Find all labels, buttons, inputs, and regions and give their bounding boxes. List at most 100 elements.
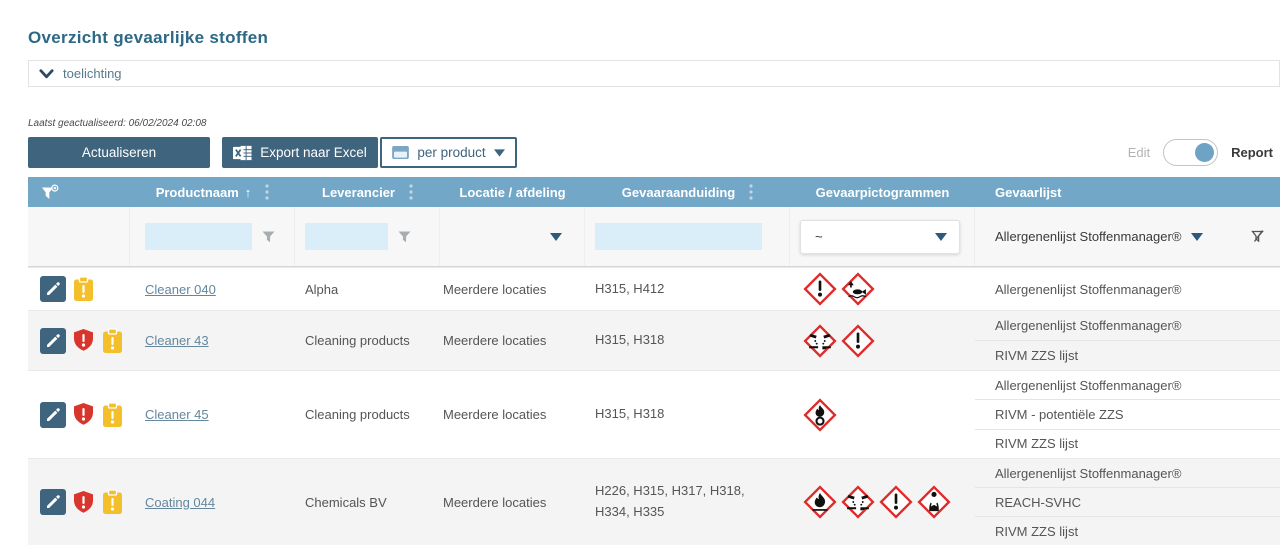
clipboard-warning-icon — [101, 328, 124, 354]
product-link[interactable]: Cleaner 45 — [145, 407, 209, 422]
column-header-productnaam[interactable]: Productnaam ↑ — [130, 177, 295, 207]
ghs-corrosion-pictogram-icon — [803, 324, 837, 358]
column-label: Leverancier — [322, 185, 395, 200]
hazardous-substances-overview-page: Overzicht gevaarlijke stoffen toelichtin… — [0, 0, 1280, 545]
pictogrammen-cell — [790, 485, 975, 519]
substances-table: Productnaam ↑ Leverancier Locatie / afde… — [28, 177, 1280, 545]
column-label: Gevaarpictogrammen — [816, 185, 950, 200]
export-excel-button[interactable]: Export naar Excel — [222, 137, 378, 168]
view-mode-dropdown[interactable]: per product — [380, 137, 517, 168]
pictogrammen-filter-dropdown[interactable]: ~ — [800, 220, 960, 254]
shield-warning-icon — [72, 402, 95, 427]
ghs-exclamation-pictogram-icon — [841, 324, 875, 358]
gevaarlijst-item: Allergenenlijst Stoffenmanager® — [975, 371, 1280, 399]
filter-settings-icon — [41, 184, 59, 201]
chevron-down-icon — [39, 69, 54, 79]
refresh-button[interactable]: Actualiseren — [28, 137, 210, 168]
export-excel-label: Export naar Excel — [260, 145, 367, 160]
gevaarlijst-item: RIVM ZZS lijst — [975, 340, 1280, 370]
leverancier-cell: Chemicals BV — [295, 495, 440, 510]
gevaarlijst-cell: Allergenenlijst Stoffenmanager® — [975, 268, 1280, 310]
edit-pencil-button[interactable] — [40, 276, 66, 302]
view-mode-value: per product — [417, 145, 485, 160]
product-link[interactable]: Coating 044 — [145, 495, 215, 510]
column-menu-icon[interactable] — [409, 184, 413, 200]
clear-filter-icon[interactable] — [1250, 229, 1266, 244]
column-label: Productnaam — [156, 185, 239, 200]
chevron-down-icon — [1191, 233, 1203, 241]
column-header-leverancier[interactable]: Leverancier — [295, 177, 440, 207]
edit-pencil-button[interactable] — [40, 402, 66, 428]
toelichting-expander[interactable]: toelichting — [28, 60, 1280, 87]
table-row: Cleaner 040 Alpha Meerdere locaties H315… — [28, 267, 1280, 310]
filter-cell-gevaarlijst: Allergenenlijst Stoffenmanager® — [975, 207, 1280, 266]
excel-icon — [233, 144, 252, 162]
gevaaraanduiding-cell: H315, H318 — [585, 330, 790, 351]
pictogrammen-cell — [790, 398, 975, 432]
leverancier-cell: Cleaning products — [295, 333, 440, 348]
gevaaraanduiding-cell: H226, H315, H317, H318, H334, H335 — [585, 481, 790, 523]
ghs-flame-over-circle-pictogram-icon — [803, 398, 837, 432]
edit-report-switch-group: Edit Report — [1128, 139, 1273, 166]
table-row: Coating 044 Chemicals BV Meerdere locati… — [28, 458, 1280, 545]
row-actions — [28, 402, 130, 428]
gevaarlijst-item: REACH-SVHC — [975, 487, 1280, 516]
ghs-exclamation-pictogram-icon — [879, 485, 913, 519]
locatie-cell: Meerdere locaties — [440, 495, 585, 510]
gevaarlijst-item: RIVM ZZS lijst — [975, 516, 1280, 545]
locatie-cell: Meerdere locaties — [440, 282, 585, 297]
gevaarlijst-item: RIVM ZZS lijst — [975, 429, 1280, 458]
edit-mode-label: Edit — [1128, 145, 1150, 160]
header-filter-settings[interactable] — [28, 177, 130, 207]
column-header-locatie[interactable]: Locatie / afdeling — [440, 177, 585, 207]
gevaarlijst-filter-value[interactable]: Allergenenlijst Stoffenmanager® — [995, 229, 1181, 244]
gevaaraanduiding-cell: H315, H318 — [585, 404, 790, 425]
shield-warning-icon — [72, 490, 95, 515]
filter-cell-productnaam — [130, 207, 295, 266]
filter-row: ~ Allergenenlijst Stoffenmanager® — [28, 207, 1280, 267]
column-header-gevaarpictogrammen[interactable]: Gevaarpictogrammen — [790, 177, 975, 207]
ghs-corrosion-pictogram-icon — [841, 485, 875, 519]
column-menu-icon[interactable] — [749, 184, 753, 200]
chevron-down-icon — [494, 149, 505, 157]
productnaam-filter-input[interactable] — [145, 223, 252, 250]
edit-report-toggle[interactable] — [1163, 139, 1218, 166]
row-actions — [28, 276, 130, 302]
locatie-cell: Meerdere locaties — [440, 407, 585, 422]
leverancier-filter-input[interactable] — [305, 223, 388, 250]
ghs-flame-pictogram-icon — [803, 485, 837, 519]
clipboard-warning-icon — [72, 276, 95, 302]
edit-pencil-button[interactable] — [40, 328, 66, 354]
filter-cell-leverancier — [295, 207, 440, 266]
pictogrammen-filter-value: ~ — [815, 229, 823, 244]
column-menu-icon[interactable] — [265, 184, 269, 200]
filter-cell-pictogrammen: ~ — [790, 207, 975, 266]
filter-cell-gevaaraanduiding — [585, 207, 790, 266]
filter-cell-actions — [28, 207, 130, 266]
pictogrammen-cell — [790, 324, 975, 358]
table-row: Cleaner 43 Cleaning products Meerdere lo… — [28, 310, 1280, 370]
product-link[interactable]: Cleaner 040 — [145, 282, 216, 297]
edit-pencil-button[interactable] — [40, 489, 66, 515]
column-label: Locatie / afdeling — [459, 185, 565, 200]
sort-asc-icon: ↑ — [245, 185, 252, 200]
funnel-icon[interactable] — [262, 231, 275, 243]
page-title: Overzicht gevaarlijke stoffen — [28, 28, 268, 48]
leverancier-cell: Alpha — [295, 282, 440, 297]
funnel-icon[interactable] — [398, 231, 411, 243]
table-header-row: Productnaam ↑ Leverancier Locatie / afde… — [28, 177, 1280, 207]
gevaarlijst-item: Allergenenlijst Stoffenmanager® — [975, 311, 1280, 340]
row-actions — [28, 489, 130, 515]
report-mode-label: Report — [1231, 145, 1273, 160]
column-label: Gevaaraanduiding — [622, 185, 735, 200]
product-link[interactable]: Cleaner 43 — [145, 333, 209, 348]
column-label: Gevaarlijst — [995, 185, 1062, 200]
locatie-filter-dropdown[interactable] — [440, 207, 585, 266]
gevaaraanduiding-filter-input[interactable] — [595, 223, 762, 250]
toggle-knob — [1195, 143, 1214, 162]
gevaarlijst-cell: Allergenenlijst Stoffenmanager®REACH-SVH… — [975, 459, 1280, 545]
gevaarlijst-item: Allergenenlijst Stoffenmanager® — [975, 459, 1280, 487]
column-header-gevaarlijst[interactable]: Gevaarlijst — [975, 177, 1280, 207]
column-header-gevaaraanduiding[interactable]: Gevaaraanduiding — [585, 177, 790, 207]
chevron-down-icon — [935, 233, 947, 241]
